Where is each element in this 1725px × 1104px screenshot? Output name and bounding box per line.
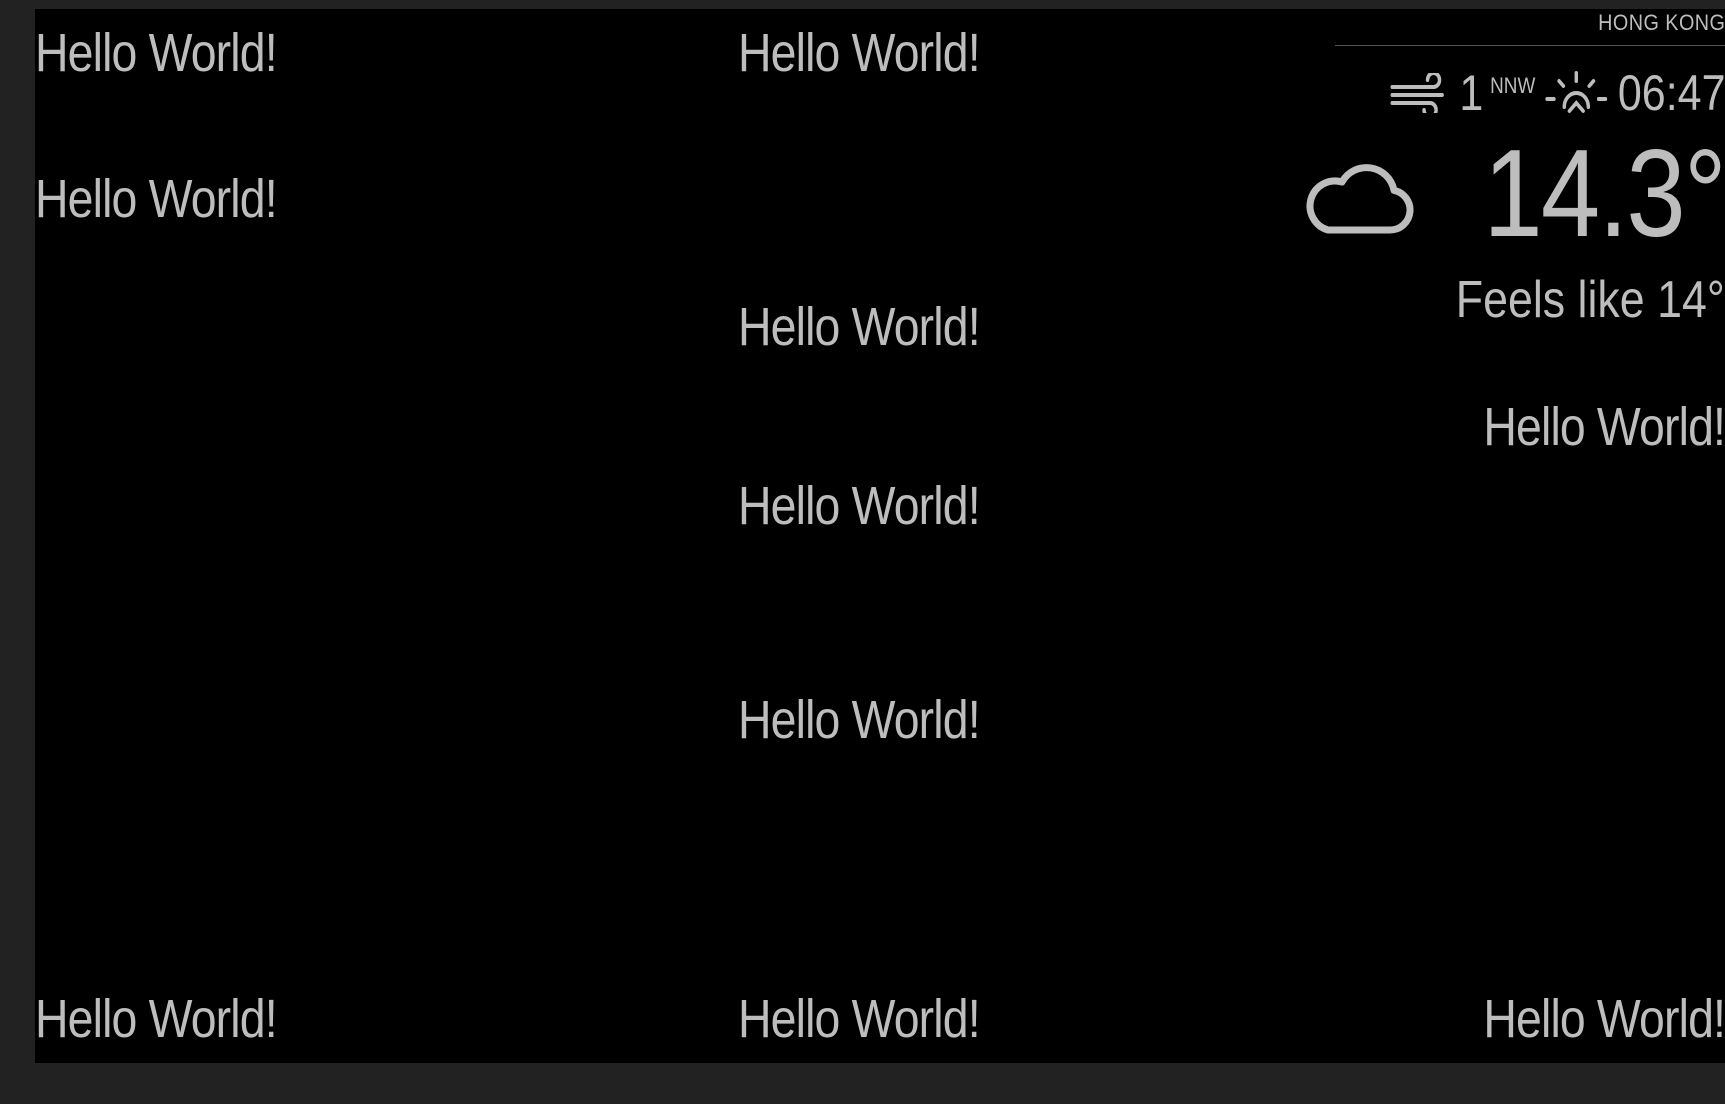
greeting-upper-third-1: Hello World!: [738, 297, 981, 357]
wind-speed: 1: [1458, 65, 1483, 121]
sun-time: 06:47: [1617, 65, 1725, 121]
greeting-top-center: Hello World!: [738, 23, 981, 83]
greeting-upper-right: Hello World!: [1483, 397, 1725, 457]
weather-main-row: 14.3°: [1306, 129, 1725, 259]
greeting-upper-third-2: Hello World!: [738, 476, 981, 536]
greeting-top-left: Hello World!: [35, 23, 278, 83]
sunrise-icon: [1545, 69, 1608, 117]
greeting-bottom-left: Hello World!: [35, 989, 278, 1049]
greeting-upper-left: Hello World!: [35, 169, 278, 229]
greeting-bottom-center: Hello World!: [738, 989, 981, 1049]
greeting-bottom-right: Hello World!: [1483, 989, 1725, 1049]
weather-location: HONG KONG: [1597, 10, 1725, 35]
cloudy-icon: [1306, 156, 1416, 243]
wind-icon: [1388, 73, 1450, 113]
mirror-screen: Hello World! Hello World! Hello World! H…: [35, 9, 1725, 1063]
greeting-middle-center: Hello World!: [738, 690, 981, 750]
current-weather-module: HONG KONG 1 NNW 06:47 14.3° Feels like 1…: [1306, 9, 1725, 329]
feels-like: Feels like 14°: [1456, 271, 1725, 329]
wind-direction: NNW: [1489, 73, 1535, 98]
current-temperature: 14.3°: [1483, 125, 1725, 263]
weather-divider: [1335, 45, 1725, 46]
weather-details-row: 1 NNW 06:47: [1388, 65, 1725, 121]
